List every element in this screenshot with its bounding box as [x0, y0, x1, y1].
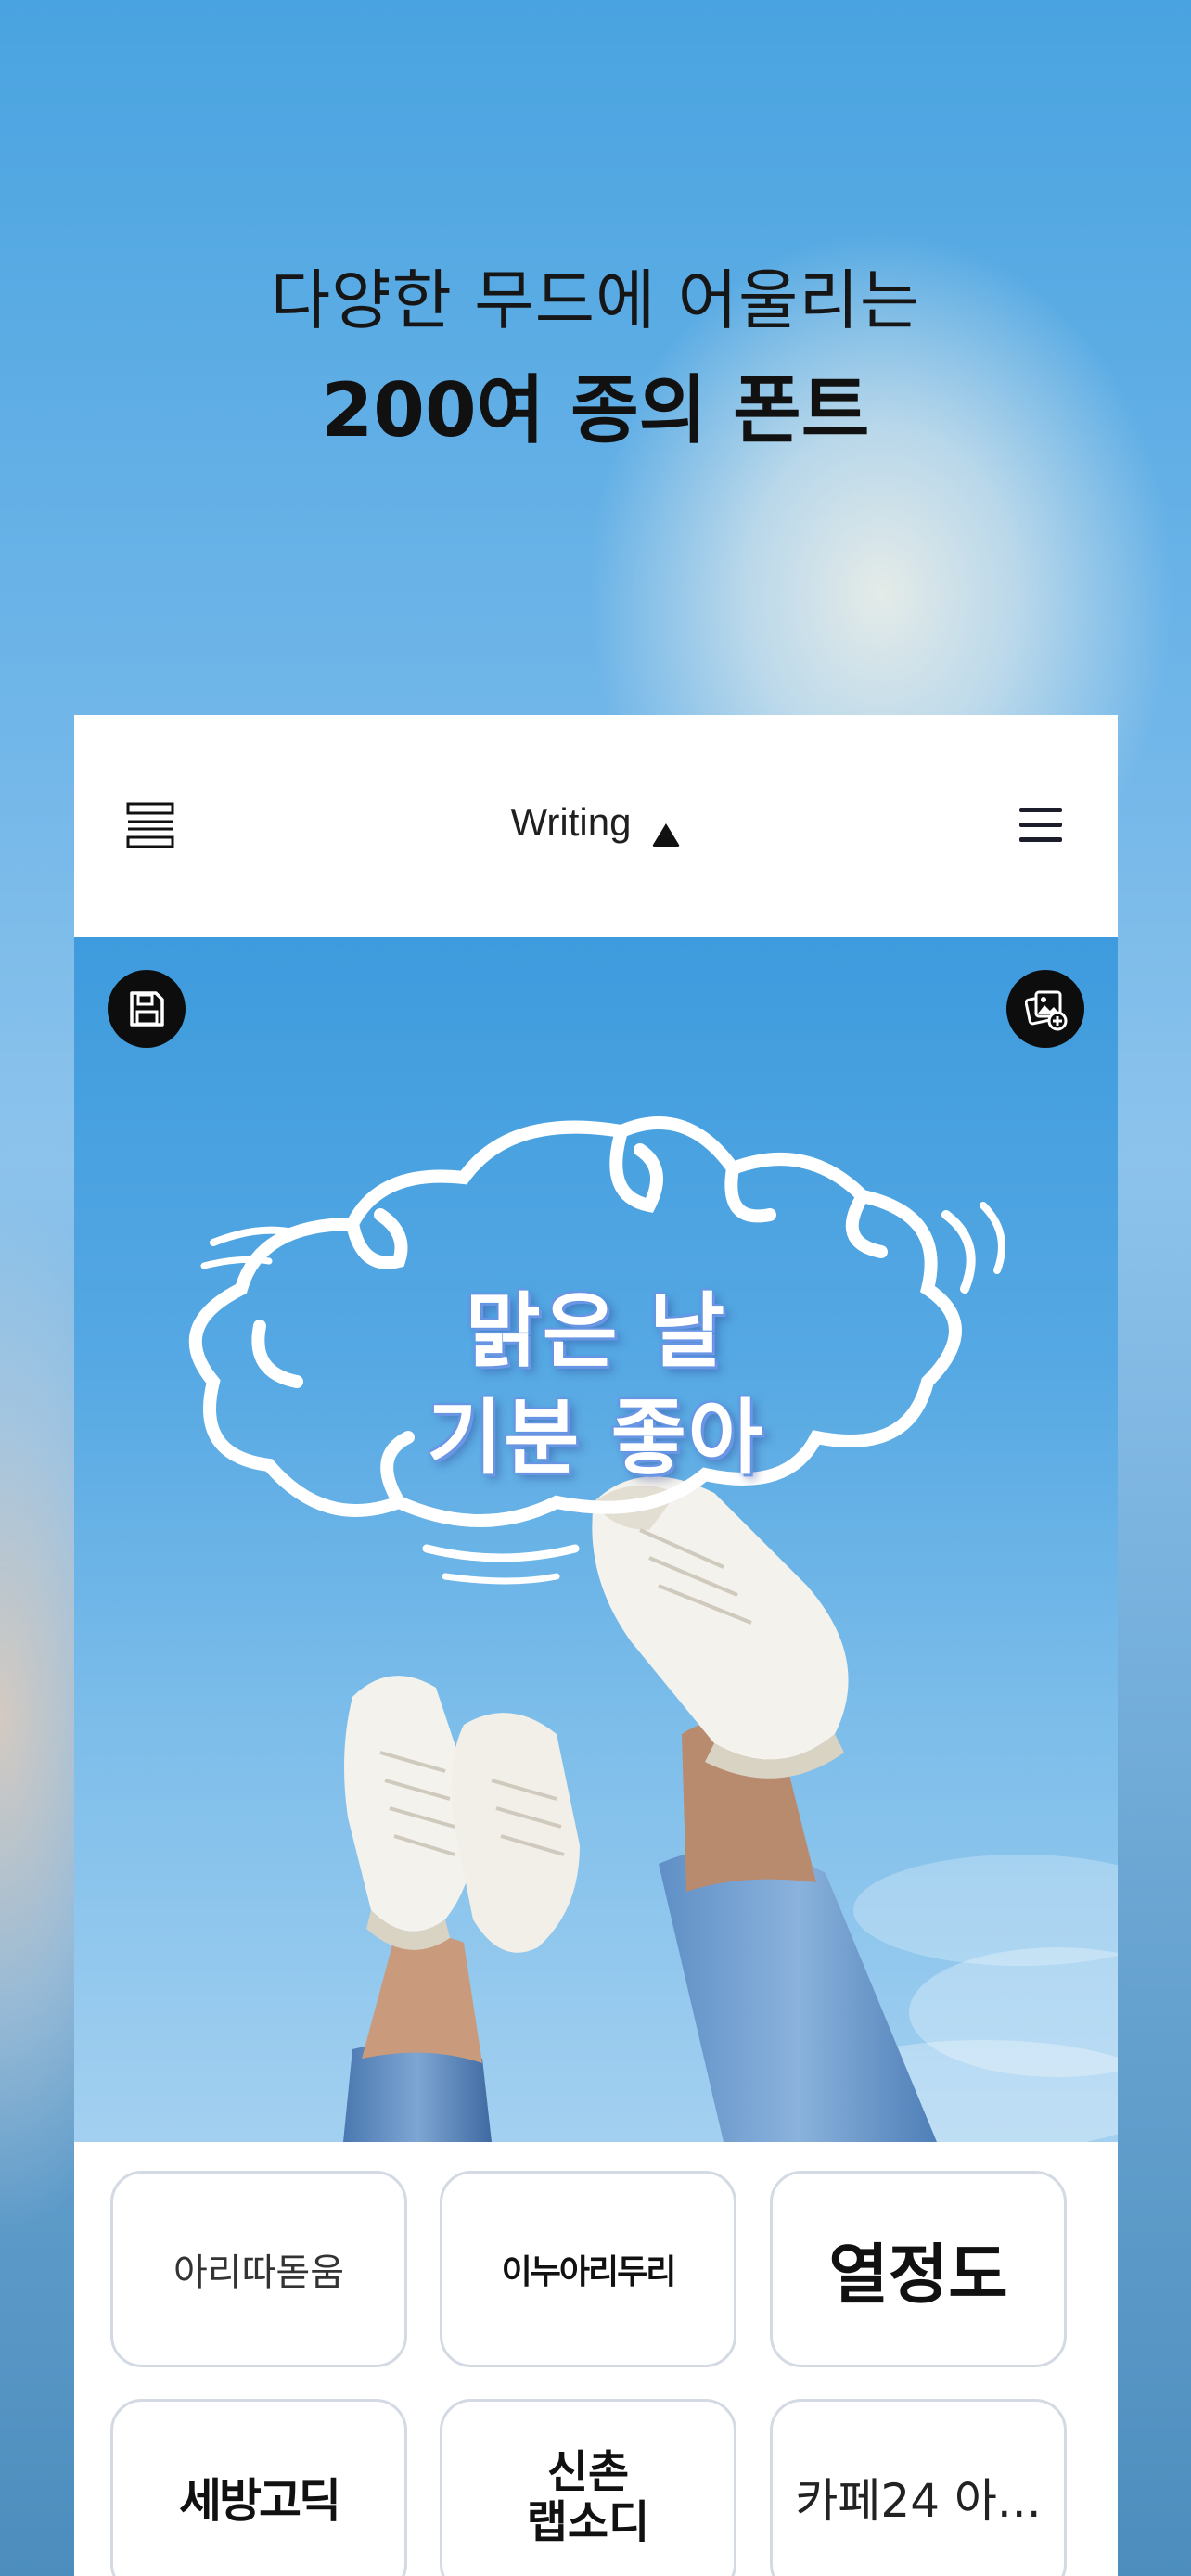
cloud-doodle-sticker[interactable] — [74, 937, 1118, 2142]
font-option-arita-dotum[interactable]: 아리따돋움 — [110, 2171, 407, 2367]
font-option-label: 아리따돋움 — [173, 2251, 344, 2294]
promo-headline-line1: 다양한 무드에 어울리는 — [270, 262, 921, 338]
font-option-sebang-gothic[interactable]: 세방고딕 — [110, 2399, 407, 2576]
mode-title[interactable]: Writing — [74, 800, 1118, 847]
caption-line-2[interactable]: 기분 좋아 — [74, 1372, 1118, 1490]
top-bar: Writing — [74, 715, 1118, 937]
triangle-up-icon — [651, 812, 681, 847]
mode-title-label: Writing — [510, 800, 632, 844]
editor-canvas[interactable]: 맑은 날 기분 좋아 — [74, 937, 1118, 2142]
caption-line-1[interactable]: 맑은 날 — [74, 1266, 1118, 1384]
font-option-label: 카페24 아... — [795, 2474, 1042, 2528]
font-option-cafe24[interactable]: 카페24 아... — [770, 2399, 1067, 2576]
font-option-label-line2: 랩소디 — [526, 2496, 650, 2548]
font-option-label: 세방고딕 — [179, 2474, 341, 2528]
font-option-label: 이누아리두리 — [501, 2253, 677, 2291]
save-button[interactable] — [108, 970, 186, 1048]
font-option-sinchon-rhapsody[interactable]: 신촌 랩소디 — [440, 2399, 736, 2576]
promo-headline-line2: 200여 종의 폰트 — [321, 367, 870, 453]
hamburger-menu-icon[interactable] — [1018, 806, 1064, 845]
font-option-yeoljeongdo[interactable]: 열정도 — [770, 2171, 1067, 2367]
add-photo-icon — [1025, 990, 1068, 1031]
font-option-inu-ariduri[interactable]: 이누아리두리 — [440, 2171, 736, 2367]
app-screen: Writing 맑은 날 기분 좋아 아리따돋움 이누아리두리 열정도 세방고딕… — [74, 715, 1118, 2576]
floppy-save-icon — [130, 991, 164, 1027]
add-image-button[interactable] — [1006, 970, 1084, 1048]
font-option-label-line1: 신촌 — [546, 2446, 630, 2498]
font-picker: 아리따돋움 이누아리두리 열정도 세방고딕 신촌 랩소디 카페24 아... — [74, 2142, 1118, 2576]
font-option-label: 열정도 — [828, 2236, 1008, 2313]
